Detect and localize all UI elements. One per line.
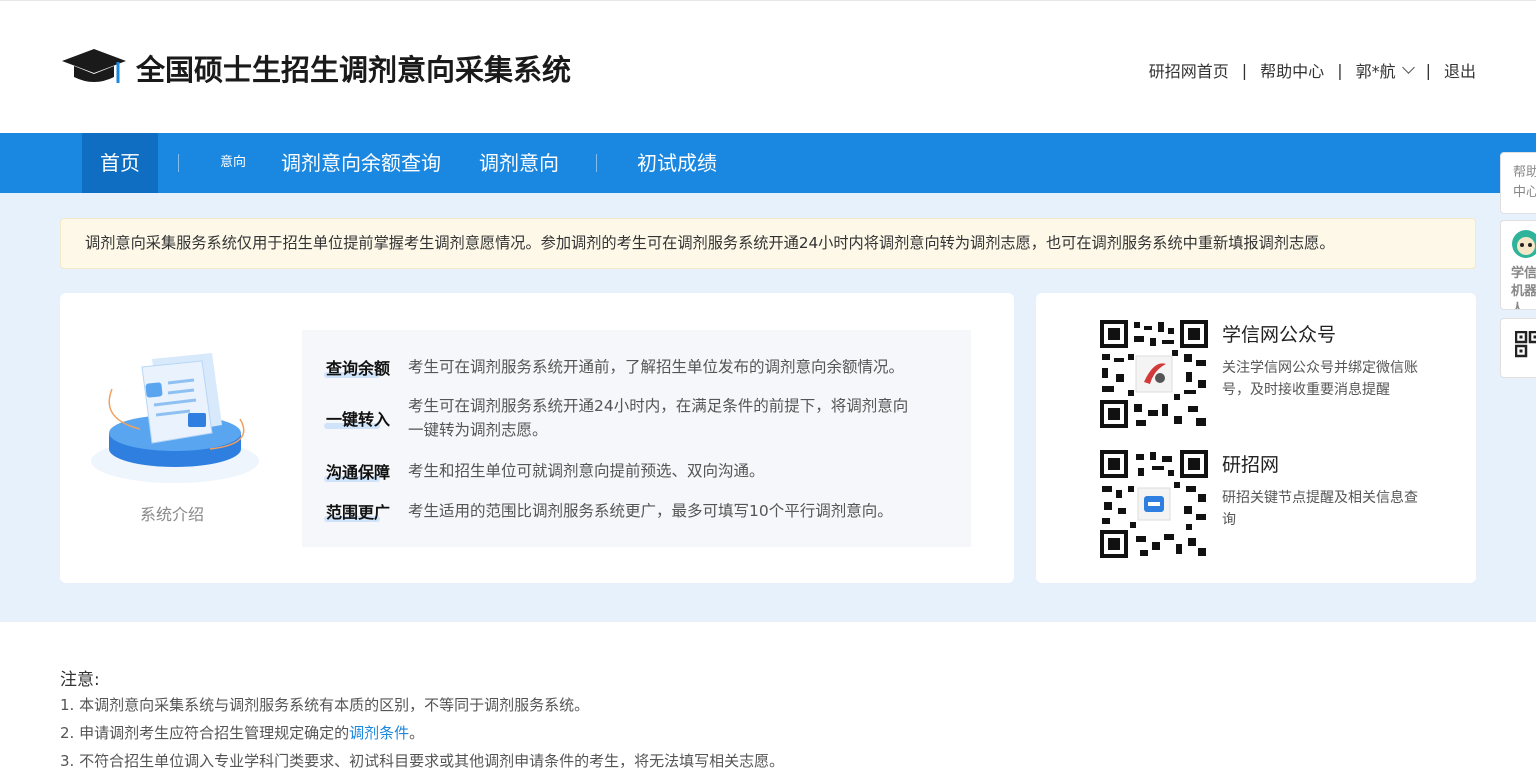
feature-title: 一键转入 — [326, 406, 408, 430]
feature-title: 查询余额 — [326, 355, 408, 379]
feature-item: 沟通保障 考生和招生单位可就调剂意向提前预选、双向沟通。 — [326, 459, 765, 483]
top-links: 研招网首页 | 帮助中心 | 郭*航 | 退出 — [1149, 58, 1476, 82]
link-separator: | — [1426, 61, 1431, 80]
notes-title: 注意: — [60, 665, 100, 690]
feature-desc: 考生可在调剂服务系统开通24小时内，在满足条件的前提下，将调剂意向 一键转为调剂… — [408, 394, 908, 442]
feature-title: 范围更广 — [326, 499, 408, 523]
feature-desc: 考生适用的范围比调剂服务系统更广，最多可填写10个平行调剂意向。 — [408, 499, 893, 523]
feature-list: 查询余额 考生可在调剂服务系统开通前，了解招生单位发布的调剂意向余额情况。 一键… — [302, 330, 971, 547]
float-robot-label: 学信机器人 — [1511, 265, 1536, 310]
qrcode-title: 研招网 — [1222, 450, 1418, 477]
float-help-button[interactable]: 帮助中心 — [1500, 152, 1536, 214]
intro-card: 系统介绍 查询余额 考生可在调剂服务系统开通前，了解招生单位发布的调剂意向余额情… — [60, 293, 1014, 583]
nav-home[interactable]: 首页 — [82, 133, 158, 193]
site-title: 全国硕士生招生调剂意向采集系统 — [136, 47, 571, 89]
nav-intent[interactable]: 调剂意向 — [479, 133, 559, 193]
logout-link[interactable]: 退出 — [1444, 58, 1476, 82]
logo[interactable]: 全国硕士生招生调剂意向采集系统 — [60, 47, 571, 89]
qrcode-item: 学信网公众号 关注学信网公众号并绑定微信账号，及时接收重要消息提醒 — [1100, 320, 1418, 428]
chevron-down-icon — [1402, 61, 1415, 74]
adjustment-conditions-link[interactable]: 调剂条件 — [349, 724, 409, 742]
note-line-1: 1. 本调剂意向采集系统与调剂服务系统有本质的区别，不等同于调剂服务系统。 — [60, 694, 589, 715]
note-line-3: 3. 不符合招生单位调入专业学科门类要求、初试科目要求或其他调剂申请条件的考生，… — [60, 750, 784, 771]
system-intro-illustration-icon — [90, 349, 260, 489]
note-line-2: 2. 申请调剂考生应符合招生管理规定确定的调剂条件。 — [60, 722, 424, 743]
graduation-cap-icon — [60, 47, 128, 89]
wechat-qrcode-icon[interactable] — [1100, 320, 1208, 428]
yz-home-link[interactable]: 研招网首页 — [1149, 58, 1229, 82]
feature-item: 查询余额 考生可在调剂服务系统开通前，了解招生单位发布的调剂意向余额情况。 — [326, 355, 904, 379]
qrcode-desc: 关注学信网公众号并绑定微信账号，及时接收重要消息提醒 — [1222, 357, 1418, 401]
feature-title: 沟通保障 — [326, 459, 408, 483]
nav-divider — [596, 154, 597, 172]
feature-desc: 考生可在调剂服务系统开通前，了解招生单位发布的调剂意向余额情况。 — [408, 355, 904, 379]
help-center-link[interactable]: 帮助中心 — [1260, 58, 1324, 82]
user-name: 郭*航 — [1356, 58, 1396, 82]
qrcode-card: 学信网公众号 关注学信网公众号并绑定微信账号，及时接收重要消息提醒 — [1036, 293, 1476, 583]
user-menu[interactable]: 郭*航 — [1356, 58, 1413, 82]
feature-item: 范围更广 考生适用的范围比调剂服务系统更广，最多可填写10个平行调剂意向。 — [326, 499, 893, 523]
qrcode-title: 学信网公众号 — [1222, 320, 1418, 347]
qrcode-item: 研招网 研招关键节点提醒及相关信息查询 — [1100, 450, 1418, 558]
system-intro-label: 系统介绍 — [140, 501, 204, 525]
float-help-label: 帮助中心 — [1513, 163, 1536, 203]
nav-initial-score[interactable]: 初试成绩 — [637, 133, 717, 193]
float-robot-button[interactable]: 学信机器人 — [1500, 220, 1536, 310]
link-separator: | — [1242, 61, 1247, 80]
nav-intent-small[interactable]: 意向 — [220, 133, 246, 193]
feature-desc: 考生和招生单位可就调剂意向提前预选、双向沟通。 — [408, 459, 765, 483]
qrcode-text: 学信网公众号 关注学信网公众号并绑定微信账号，及时接收重要消息提醒 — [1222, 320, 1418, 401]
main-nav: 首页 意向 调剂意向余额查询 调剂意向 初试成绩 — [0, 133, 1536, 193]
qrcode-icon — [1515, 331, 1536, 365]
float-qrcode-button[interactable] — [1500, 318, 1536, 378]
notice-banner: 调剂意向采集服务系统仅用于招生单位提前掌握考生调剂意愿情况。参加调剂的考生可在调… — [60, 218, 1476, 269]
link-separator: | — [1337, 61, 1342, 80]
qrcode-desc: 研招关键节点提醒及相关信息查询 — [1222, 487, 1418, 531]
nav-quota-query[interactable]: 调剂意向余额查询 — [281, 133, 441, 193]
header: 全国硕士生招生调剂意向采集系统 研招网首页 | 帮助中心 | 郭*航 | 退出 — [0, 1, 1536, 134]
nav-divider — [178, 154, 179, 172]
yz-qrcode-icon[interactable] — [1100, 450, 1208, 558]
notes-section: 注意: 1. 本调剂意向采集系统与调剂服务系统有本质的区别，不等同于调剂服务系统… — [0, 622, 1536, 758]
qrcode-text: 研招网 研招关键节点提醒及相关信息查询 — [1222, 450, 1418, 531]
feature-item: 一键转入 考生可在调剂服务系统开通24小时内，在满足条件的前提下，将调剂意向 一… — [326, 394, 908, 442]
robot-avatar-icon — [1511, 227, 1536, 261]
